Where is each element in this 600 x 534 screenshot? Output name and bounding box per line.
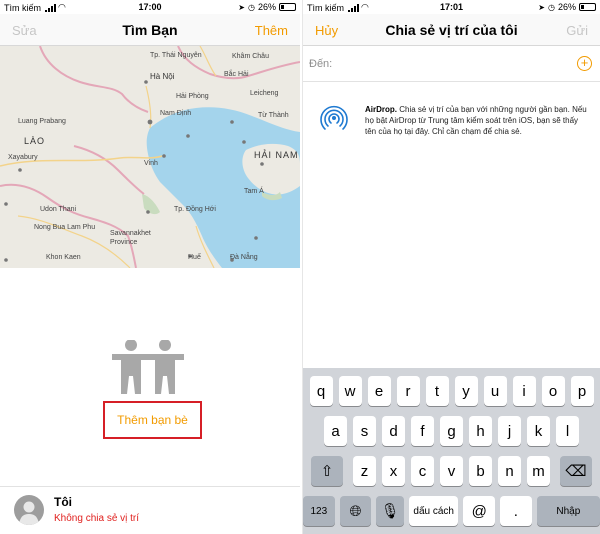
- map-label: Tp. Đồng Hới: [174, 206, 216, 213]
- map-label: Tam Á: [244, 188, 264, 195]
- key-f[interactable]: f: [411, 416, 434, 446]
- map-label: Khâm Châu: [232, 53, 269, 60]
- recipient-field[interactable]: Đến: +: [303, 46, 600, 82]
- airdrop-section[interactable]: AirDrop. Chia sẻ vị trí của bạn với nhữn…: [313, 98, 590, 148]
- map-label: Hải Phòng: [176, 93, 209, 100]
- avatar: [14, 495, 44, 525]
- space-key[interactable]: dấu cách: [408, 496, 459, 526]
- key-j[interactable]: j: [498, 416, 521, 446]
- key-n[interactable]: n: [498, 456, 521, 486]
- key-p[interactable]: p: [570, 376, 594, 406]
- map-label: Xayabury: [8, 154, 38, 161]
- alarm-icon: ◷: [248, 2, 255, 12]
- key-s[interactable]: s: [353, 416, 376, 446]
- map-label: Từ Thành: [258, 112, 289, 119]
- map-label: Savannakhet: [110, 230, 151, 237]
- key-v[interactable]: v: [440, 456, 463, 486]
- key-m[interactable]: m: [527, 456, 550, 486]
- key-o[interactable]: o: [541, 376, 565, 406]
- to-label: Đến:: [309, 58, 333, 70]
- key-a[interactable]: a: [324, 416, 347, 446]
- status-bar: Tìm kiếm ◠ 17:00 ➤ ◷ 26%: [0, 0, 300, 14]
- key-i[interactable]: i: [512, 376, 536, 406]
- nav-bar: Sửa Tìm Bạn Thêm: [0, 14, 300, 46]
- map-label: Tp. Thái Nguyên: [150, 52, 202, 59]
- location-icon: ➤: [538, 2, 545, 12]
- share-location-screen: Tìm kiếm ◠ 17:01 ➤ ◷ 26% Hủy Chia sẻ vị …: [302, 0, 600, 534]
- airdrop-description: AirDrop. Chia sẻ vị trí của bạn với nhữn…: [365, 104, 590, 137]
- map-label: Leicheng: [250, 90, 279, 97]
- battery-icon: [279, 3, 296, 11]
- map-label: HẢI NAM: [254, 150, 299, 160]
- map-view[interactable]: Tp. Thái Nguyên Khâm Châu Hà Nội Bắc Hải…: [0, 46, 300, 268]
- airdrop-title: AirDrop.: [365, 105, 397, 114]
- battery-percent: 26%: [557, 2, 576, 12]
- map-label: Huế: [188, 254, 201, 261]
- key-l[interactable]: l: [556, 416, 579, 446]
- me-name: Tôi: [54, 495, 72, 509]
- status-bar: Tìm kiếm ◠ 17:01 ➤ ◷ 26%: [303, 0, 600, 14]
- find-friends-screen: Tìm kiếm ◠ 17:00 ➤ ◷ 26% Sửa Tìm Bạn Thê…: [0, 0, 300, 534]
- map-label: LÀO: [24, 136, 46, 146]
- airdrop-body: Chia sẻ vị trí của bạn với những người g…: [365, 105, 587, 136]
- return-key[interactable]: Nhập: [536, 496, 600, 526]
- map-label: Nong Bua Lam Phu: [34, 224, 96, 231]
- map-label: Khon Kaen: [46, 254, 81, 261]
- battery-percent: 26%: [257, 2, 276, 12]
- person-icon: [19, 501, 39, 525]
- map-label: Province: [110, 239, 138, 246]
- key-g[interactable]: g: [440, 416, 463, 446]
- shift-key[interactable]: ⇧: [311, 456, 343, 486]
- key-c[interactable]: c: [411, 456, 434, 486]
- map-label: Bắc Hải: [224, 71, 249, 78]
- key-q[interactable]: q: [309, 376, 333, 406]
- dot-key[interactable]: .: [500, 496, 532, 526]
- key-x[interactable]: x: [382, 456, 405, 486]
- friends-icon: [112, 340, 184, 394]
- add-friends-button[interactable]: Thêm bạn bè: [103, 401, 202, 439]
- key-z[interactable]: z: [353, 456, 376, 486]
- battery-icon: [579, 3, 596, 11]
- add-contact-button[interactable]: +: [577, 56, 592, 71]
- map-label: Đà Nẵng: [230, 254, 258, 261]
- key-y[interactable]: y: [454, 376, 478, 406]
- numbers-key[interactable]: 123: [303, 496, 335, 526]
- at-key[interactable]: @: [463, 496, 496, 526]
- keyboard: qwertyuiop asdfghjkl ⇧ zxcvbnm ⌫ 123 🌐︎ …: [303, 368, 600, 534]
- map-label: Hà Nội: [150, 72, 175, 81]
- sharing-status: Không chia sẻ vị trí: [54, 513, 140, 524]
- key-h[interactable]: h: [469, 416, 492, 446]
- key-u[interactable]: u: [483, 376, 507, 406]
- map-label: Luang Prabang: [18, 118, 66, 125]
- key-t[interactable]: t: [425, 376, 449, 406]
- map-label: Nam Định: [160, 110, 192, 117]
- add-button[interactable]: Thêm: [255, 23, 288, 38]
- me-row[interactable]: Tôi Không chia sẻ vị trí: [0, 486, 300, 534]
- microphone-key[interactable]: 🎙︎: [376, 496, 404, 526]
- map-label: Udon Thani: [40, 206, 77, 213]
- airdrop-icon: [320, 105, 348, 130]
- page-title: Chia sẻ vị trí của tôi: [385, 22, 518, 38]
- key-d[interactable]: d: [382, 416, 405, 446]
- nav-bar: Hủy Chia sẻ vị trí của tôi Gửi: [303, 14, 600, 46]
- location-icon: ➤: [238, 2, 245, 12]
- key-b[interactable]: b: [469, 456, 492, 486]
- globe-key[interactable]: 🌐︎: [339, 496, 372, 526]
- key-r[interactable]: r: [396, 376, 420, 406]
- backspace-key[interactable]: ⌫: [560, 456, 592, 486]
- key-w[interactable]: w: [338, 376, 362, 406]
- map-label: Vinh: [144, 160, 158, 167]
- alarm-icon: ◷: [548, 2, 555, 12]
- key-e[interactable]: e: [367, 376, 391, 406]
- key-k[interactable]: k: [527, 416, 550, 446]
- send-button[interactable]: Gửi: [566, 23, 588, 38]
